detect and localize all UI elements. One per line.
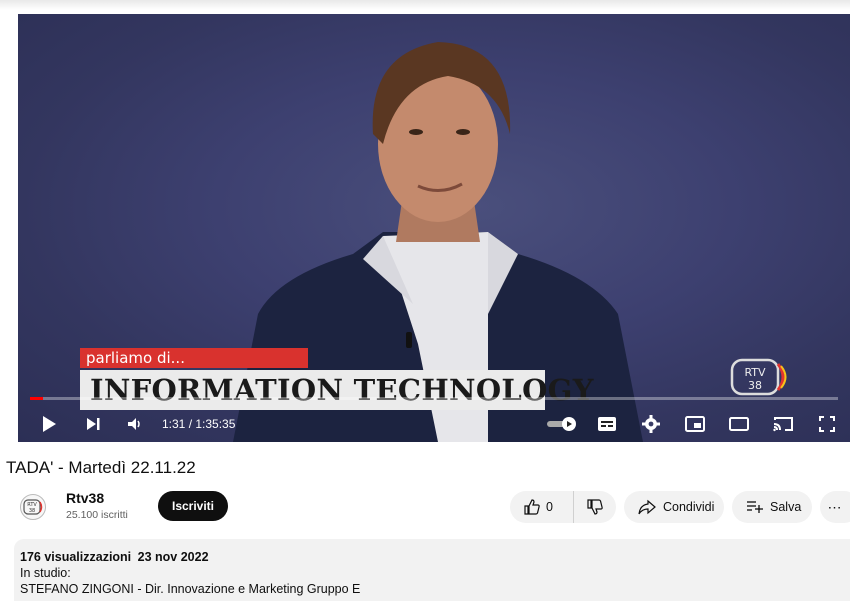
channel-avatar-logo-icon: RTV 38 [23,499,43,515]
svg-text:38: 38 [29,508,35,514]
description-box[interactable]: 176 visualizzazioni 23 nov 2022 In studi… [14,539,850,601]
like-dislike-group: 0 [510,491,616,523]
more-actions-button[interactable]: ⋯ [820,491,850,523]
fullscreen-icon[interactable] [814,406,840,442]
channel-avatar[interactable]: RTV 38 [20,494,46,520]
window-top-edge [0,0,850,10]
video-player[interactable]: parliamo di... INFORMATION TECHNOLOGY RT… [18,14,850,442]
svg-text:38: 38 [748,379,762,392]
dislike-button[interactable] [574,491,616,523]
progress-played [30,397,43,400]
description-line-2: STEFANO ZINGONI - Dir. Innovazione e Mar… [20,582,361,596]
svg-text:RTV: RTV [744,366,766,379]
upload-date: 23 nov 2022 [137,550,209,564]
share-button[interactable]: Condividi [624,491,724,523]
volume-icon[interactable] [122,406,148,442]
channel-watermark-logo: RTV 38 [730,358,787,396]
overlay-title: INFORMATION TECHNOLOGY [80,370,593,410]
video-title: TADA' - Martedì 22.11.22 [6,458,196,477]
subscriber-count: 25.100 iscritti [66,509,128,521]
subscribe-button[interactable]: Iscriviti [158,491,228,521]
thumbs-down-icon [587,499,603,515]
like-count: 0 [546,500,553,514]
description-line-1: In studio: [20,566,71,580]
like-button[interactable]: 0 [510,491,574,523]
time-display: 1:31 / 1:35:35 [162,417,236,431]
page: parliamo di... INFORMATION TECHNOLOGY RT… [0,0,850,601]
next-icon[interactable] [80,406,106,442]
overlay-subtitle: parliamo di... [80,348,308,368]
autoplay-toggle[interactable] [544,406,580,442]
settings-icon[interactable] [638,406,664,442]
subtitles-icon[interactable] [594,406,620,442]
more-horizontal-icon: ⋯ [827,498,843,515]
player-controls: 1:31 / 1:35:35 [18,406,850,442]
thumbs-up-icon [524,499,540,515]
theater-icon[interactable] [726,406,752,442]
save-playlist-icon [747,501,763,513]
cast-icon[interactable] [770,406,796,442]
save-button[interactable]: Salva [732,491,812,523]
share-icon [638,499,656,515]
progress-bar[interactable] [30,397,838,400]
channel-name[interactable]: Rtv38 [66,490,104,506]
channel-row: RTV 38 Rtv38 25.100 iscritti Iscriviti 0… [0,488,850,528]
share-label: Condividi [663,500,715,514]
save-label: Salva [770,500,802,514]
view-count: 176 visualizzazioni [20,550,132,564]
play-icon[interactable] [36,406,62,442]
miniplayer-icon[interactable] [682,406,708,442]
